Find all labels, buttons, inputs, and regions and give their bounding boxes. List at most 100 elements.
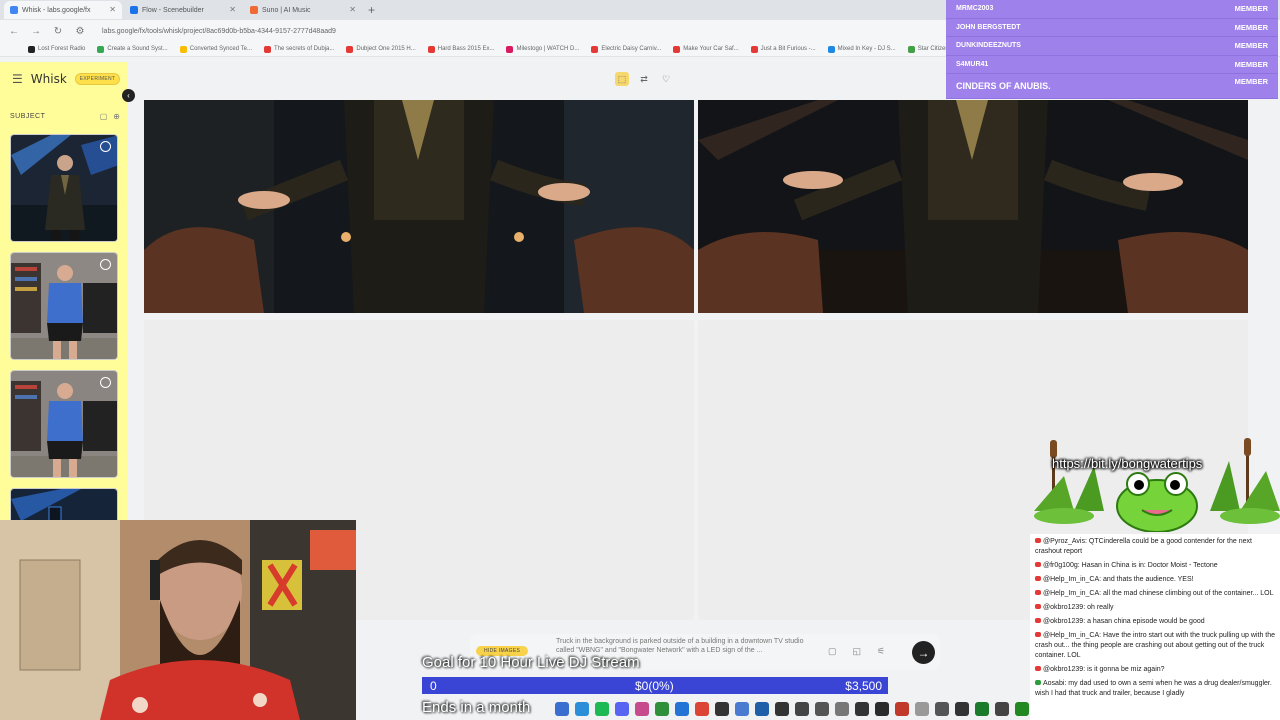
subject-thumbnail[interactable]: [10, 252, 118, 360]
chat-text: and thats the audience. YES!: [1103, 576, 1194, 583]
chat-message: @Help_Im_in_CA: all the mad chinese clim…: [1035, 589, 1276, 599]
brand: ☰ Whisk EXPERIMENT: [12, 72, 121, 86]
app-icon[interactable]: [775, 702, 789, 716]
forward-icon[interactable]: →: [30, 26, 42, 37]
upload-icon[interactable]: ▢: [100, 112, 108, 121]
app-icon[interactable]: [975, 702, 989, 716]
bookmark-item[interactable]: Milestogo | WATCH D...: [506, 45, 579, 53]
app-icon[interactable]: [735, 702, 749, 716]
select-circle-icon[interactable]: [100, 141, 111, 152]
favorite-icon[interactable]: ♡: [659, 72, 673, 86]
image-upload-icon[interactable]: ▢: [828, 646, 837, 657]
bookmark-item[interactable]: Converted Synced Te...: [179, 45, 252, 53]
youtube-icon: [1035, 576, 1041, 581]
bookmark-item[interactable]: Make Your Car Saf...: [673, 45, 739, 53]
site-info-icon[interactable]: ⚙: [74, 26, 86, 37]
app-icon[interactable]: [875, 702, 889, 716]
member-tag: MEMBER: [1234, 22, 1268, 32]
chat-message: @okbro1239: is it gonna be miz again?: [1035, 665, 1276, 675]
back-icon[interactable]: ←: [8, 26, 20, 37]
new-tab-icon[interactable]: +: [368, 3, 375, 17]
member-name: DUNKINDEEZNUTS: [956, 42, 1021, 50]
app-icon[interactable]: [915, 702, 929, 716]
bookmark-item[interactable]: Lost Forest Radio: [28, 45, 85, 53]
photos-icon[interactable]: [635, 702, 649, 716]
app-icon[interactable]: [935, 702, 949, 716]
remix-icon[interactable]: ⇄: [637, 72, 651, 86]
frog-banner: [1034, 436, 1280, 533]
send-button[interactable]: →: [912, 641, 935, 664]
goal-title: Goal for 10 Hour Live DJ Stream: [422, 654, 640, 671]
bookmark-item[interactable]: Just a Bit Furious -...: [750, 45, 816, 53]
bookmark-item[interactable]: Electric Daisy Carniv...: [591, 45, 662, 53]
bookmark-icon: [179, 45, 187, 53]
member-name: MRMC2003: [956, 5, 994, 13]
edge-icon[interactable]: [575, 702, 589, 716]
bookmark-label: Electric Daisy Carniv...: [601, 46, 662, 52]
member-tag: MEMBER: [1234, 4, 1268, 14]
app-icon[interactable]: [895, 702, 909, 716]
member-row: DUNKINDEEZNUTS MEMBER: [946, 37, 1278, 56]
tab-suno[interactable]: Suno | AI Music ✕: [244, 1, 362, 19]
save-icon[interactable]: ⬚: [615, 72, 629, 86]
app-icon[interactable]: [795, 702, 809, 716]
settings-sliders-icon[interactable]: ⚟: [877, 646, 885, 657]
chat-text: a hasan china episode would be good: [1087, 618, 1205, 625]
close-tab-icon[interactable]: ✕: [229, 5, 236, 14]
subject-thumbnail[interactable]: [10, 370, 118, 478]
bookmark-item[interactable]: The secrets of Dubja...: [264, 45, 334, 53]
aspect-ratio-icon[interactable]: ◱: [853, 646, 862, 657]
app-icon[interactable]: [955, 702, 969, 716]
app-icon[interactable]: [755, 702, 769, 716]
bookmark-item[interactable]: Create a Sound Syst...: [97, 45, 168, 53]
select-circle-icon[interactable]: [100, 259, 111, 270]
xbox-icon[interactable]: [655, 702, 669, 716]
subject-thumbnail[interactable]: [10, 134, 118, 242]
chat-user: @okbro1239: [1043, 666, 1084, 673]
reload-icon[interactable]: ↻: [52, 26, 64, 37]
collapse-sidebar-icon[interactable]: ‹: [122, 89, 135, 102]
member-tag: MEMBER: [1234, 59, 1268, 69]
chat-message: Aosabi: my dad used to own a semi when h…: [1035, 680, 1272, 697]
app-icon[interactable]: [835, 702, 849, 716]
members-list: MRMC2003 MEMBER JOHN BERGSTEDT MEMBER DUNK…: [946, 0, 1278, 99]
tab-flow[interactable]: Flow - Scenebuilder ✕: [124, 1, 242, 19]
chat-user: @okbro1239: [1043, 604, 1084, 611]
bookmark-item[interactable]: Dubject One 2015 H...: [346, 45, 416, 53]
bookmark-icon: [346, 45, 354, 53]
bookmark-item[interactable]: Hard Bass 2015 Ex...: [427, 45, 494, 53]
prompt-input[interactable]: Truck in the background is parked outsid…: [556, 637, 816, 655]
subject-thumbnail[interactable]: [10, 488, 118, 520]
store-icon[interactable]: [675, 702, 689, 716]
chat-user: @Pyroz_Avis: [1043, 538, 1085, 545]
goal-progress-bar: 0 $0(0%) $3,500: [422, 677, 888, 694]
menu-icon[interactable]: ☰: [12, 72, 23, 86]
app-icon[interactable]: [995, 702, 1009, 716]
file-explorer-icon[interactable]: [555, 702, 569, 716]
tab-whisk[interactable]: Whisk - labs.google/fx ✕: [4, 1, 122, 19]
bookmark-icon: [907, 45, 915, 53]
generated-image[interactable]: [698, 100, 1248, 313]
close-tab-icon[interactable]: ✕: [109, 5, 116, 14]
app-icon[interactable]: [815, 702, 829, 716]
discord-icon[interactable]: [615, 702, 629, 716]
chrome-icon[interactable]: [695, 702, 709, 716]
add-subject-icon[interactable]: ⊕: [113, 112, 120, 121]
chat-message: @Pyroz_Avis: QTCinderella could be a goo…: [1035, 538, 1252, 555]
generated-image[interactable]: [144, 100, 694, 313]
bookmark-item[interactable]: Mixed In Key - DJ S...: [827, 45, 896, 53]
tab-title: Suno | AI Music: [262, 6, 311, 14]
whisk-logo[interactable]: Whisk: [31, 72, 67, 86]
chat-user: @okbro1239: [1043, 618, 1084, 625]
select-circle-icon[interactable]: [100, 377, 111, 388]
member-tag: MEMBER: [1234, 41, 1268, 51]
member-name: CINDERS OF ANUBIS.: [956, 81, 1051, 91]
close-tab-icon[interactable]: ✕: [349, 5, 356, 14]
app-icon[interactable]: [855, 702, 869, 716]
spotify-icon[interactable]: [595, 702, 609, 716]
frog-url: https://bit.ly/bongwatertips: [1052, 456, 1203, 471]
app-icon[interactable]: [1015, 702, 1029, 716]
terminal-icon[interactable]: [715, 702, 729, 716]
subject-header: SUBJECT ▢ ⊕: [10, 112, 120, 121]
url-field[interactable]: labs.google/fx/tools/whisk/project/8ac69…: [102, 28, 336, 35]
